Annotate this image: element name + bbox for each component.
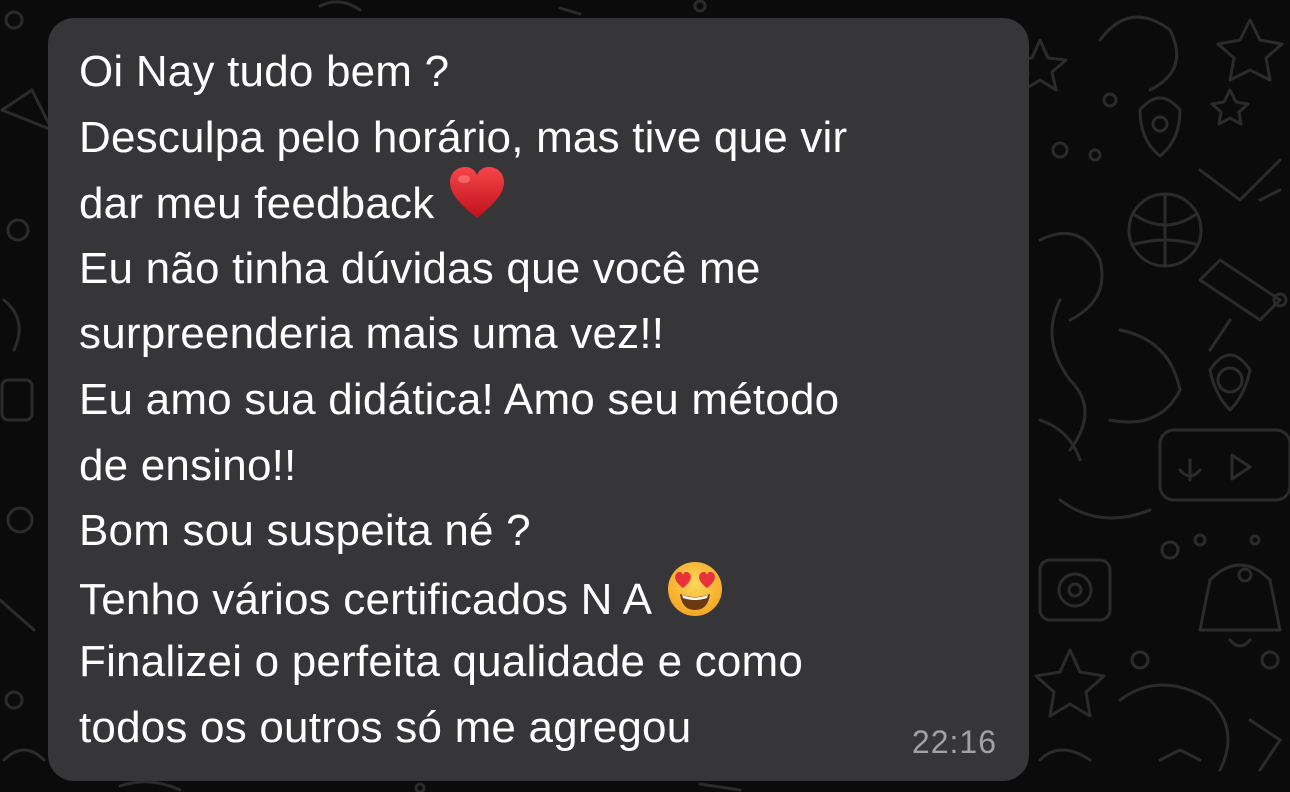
message-line-text: Finalizei o perfeita qualidade e como: [79, 637, 804, 687]
message-line-text: surpreenderia mais uma vez!!: [79, 309, 665, 359]
message-line-text: dar meu feedback: [79, 179, 435, 229]
red-heart-icon: [448, 166, 506, 239]
message-line-text: todos os outros só me agregou: [79, 702, 692, 752]
message-line-text: Eu não tinha dúvidas que você me: [79, 243, 761, 293]
message-line-text: Eu amo sua didática! Amo seu método: [79, 374, 840, 424]
message-line: Desculpa pelo horário, mas tive que vir: [79, 105, 1019, 171]
message-line-text: Bom sou suspeita né ?: [79, 506, 531, 556]
message-timestamp: 22:16: [911, 724, 997, 760]
message-line: Eu amo sua didática! Amo seu método: [79, 367, 1019, 433]
message-line-text: Tenho vários certificados N A: [79, 574, 653, 624]
message-line: de ensino!!: [79, 433, 1019, 499]
incoming-message-bubble[interactable]: Oi Nay tudo bem ? Desculpa pelo horário,…: [48, 18, 1029, 781]
message-line-text: Desculpa pelo horário, mas tive que vir: [79, 112, 848, 162]
message-line: Oi Nay tudo bem ?: [79, 39, 1019, 105]
message-line: todos os outros só me agregou: [79, 695, 1019, 761]
message-line: Eu não tinha dúvidas que você me: [79, 236, 1019, 302]
message-line-text: Oi Nay tudo bem ?: [79, 47, 450, 96]
message-line-text: de ensino!!: [79, 440, 297, 490]
message-line: Finalizei o perfeita qualidade e como: [79, 629, 1019, 695]
message-line: dar meu feedback: [79, 167, 1019, 236]
message-line: Tenho vários certificados N A: [79, 561, 1019, 630]
message-text: Oi Nay tudo bem ? Desculpa pelo horário,…: [79, 39, 1019, 761]
message-line: Bom sou suspeita né ?: [79, 498, 1019, 564]
heart-eyes-face-icon: [666, 560, 724, 637]
message-line: surpreenderia mais uma vez!!: [79, 301, 1019, 367]
